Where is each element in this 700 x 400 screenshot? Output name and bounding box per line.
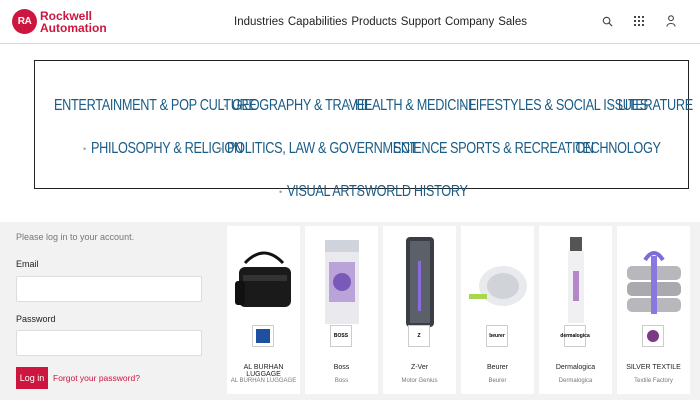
- category-technology[interactable]: TECHNOLOGY: [575, 140, 661, 158]
- brand-logo: beurer: [486, 325, 508, 347]
- separator-dot: •: [610, 101, 614, 111]
- separator-dot: •: [83, 144, 87, 154]
- nav-support[interactable]: Support: [401, 16, 441, 28]
- login-hint: Please log in to your account.: [16, 232, 135, 242]
- product-subtitle: Boss: [334, 378, 349, 384]
- product-name: SILVER TEXTILE: [626, 364, 681, 371]
- product-card[interactable]: SILVER TEXTILE Textile Factory: [617, 226, 690, 394]
- separator-dot: •: [219, 144, 223, 154]
- nav-capabilities[interactable]: Capabilities: [288, 16, 347, 28]
- separator-dot: •: [347, 101, 351, 111]
- product-subtitle: Textile Factory: [634, 378, 673, 384]
- product-card[interactable]: AL BURHAN LUGGAGE AL BURHAN LUGGAGE: [227, 226, 300, 394]
- separator-dot: •: [279, 187, 283, 197]
- nav-company[interactable]: Company: [445, 16, 494, 28]
- product-name: Boss: [333, 364, 350, 371]
- product-name: Z-Ver: [410, 364, 429, 371]
- search-icon[interactable]: [600, 14, 614, 28]
- separator-dot: •: [357, 187, 361, 197]
- product-subtitle: Motor Genius: [401, 378, 438, 384]
- nav-industries[interactable]: Industries: [234, 16, 284, 28]
- product-image-washer: [305, 226, 378, 336]
- top-navigation-bar: RA Rockwell Automation Industries Capabi…: [0, 0, 700, 44]
- category-panel: [34, 60, 689, 189]
- brand-logo: Z: [408, 325, 430, 347]
- email-field[interactable]: [16, 276, 202, 302]
- password-field[interactable]: [16, 330, 202, 356]
- product-image-tube: [539, 226, 612, 336]
- product-subtitle: Dermalogica: [558, 378, 593, 384]
- product-name: AL BURHAN LUGGAGE: [243, 364, 284, 378]
- header-icons: [600, 14, 678, 28]
- product-card[interactable]: dermalogica Dermalogica Dermalogica: [539, 226, 612, 394]
- clipped-heading: [0, 44, 700, 52]
- category-row-1e: • LITERATURE: [605, 97, 700, 115]
- nav-products[interactable]: Products: [351, 16, 396, 28]
- user-icon[interactable]: [664, 14, 678, 28]
- password-label: Password: [16, 314, 56, 324]
- rockwell-logo[interactable]: RA Rockwell Automation: [12, 9, 107, 34]
- category-literature[interactable]: LITERATURE: [618, 97, 693, 115]
- separator-dot: •: [385, 144, 389, 154]
- category-world-history[interactable]: WORLD HISTORY: [365, 183, 468, 201]
- email-label: Email: [16, 259, 39, 269]
- login-button[interactable]: Log in: [16, 367, 48, 389]
- product-name: Beurer: [486, 364, 508, 371]
- logo-line-2: Automation: [40, 20, 107, 35]
- product-card[interactable]: Z Z-Ver Motor Genius: [383, 226, 456, 394]
- product-subtitle: Beurer: [488, 378, 507, 384]
- separator-dot: •: [567, 144, 571, 154]
- nav-sales[interactable]: Sales: [498, 16, 527, 28]
- separator-dot: •: [224, 101, 228, 111]
- logo-line-1: Rockwell: [40, 8, 93, 23]
- logo-mark: RA: [12, 9, 37, 34]
- separator-dot: •: [461, 101, 465, 111]
- brand-logo: dermalogica: [560, 325, 590, 347]
- brand-logo: [642, 325, 664, 347]
- brand-logo: BOSS: [330, 325, 352, 347]
- product-image-scale: [461, 226, 534, 336]
- product-subtitle: AL BURHAN LUGGAGE: [230, 378, 297, 384]
- product-card[interactable]: beurer Beurer Beurer: [461, 226, 534, 394]
- product-image-bag: [227, 226, 300, 336]
- category-row-3b: • WORLD HISTORY: [352, 183, 490, 201]
- grid-icon[interactable]: [632, 14, 646, 28]
- main-nav: Industries Capabilities Products Support…: [234, 16, 527, 28]
- category-row-2e: • TECHNOLOGY: [562, 140, 680, 158]
- product-card[interactable]: BOSS Boss Boss: [305, 226, 378, 394]
- forgot-password-link[interactable]: Forgot your password?: [53, 373, 140, 383]
- product-name: Dermalogica: [555, 364, 596, 371]
- logo-wordmark: Rockwell Automation: [40, 10, 107, 34]
- product-image-towels: [617, 226, 690, 336]
- product-image-device: [383, 226, 456, 336]
- brand-logo: [252, 325, 274, 347]
- separator-dot: •: [442, 144, 446, 154]
